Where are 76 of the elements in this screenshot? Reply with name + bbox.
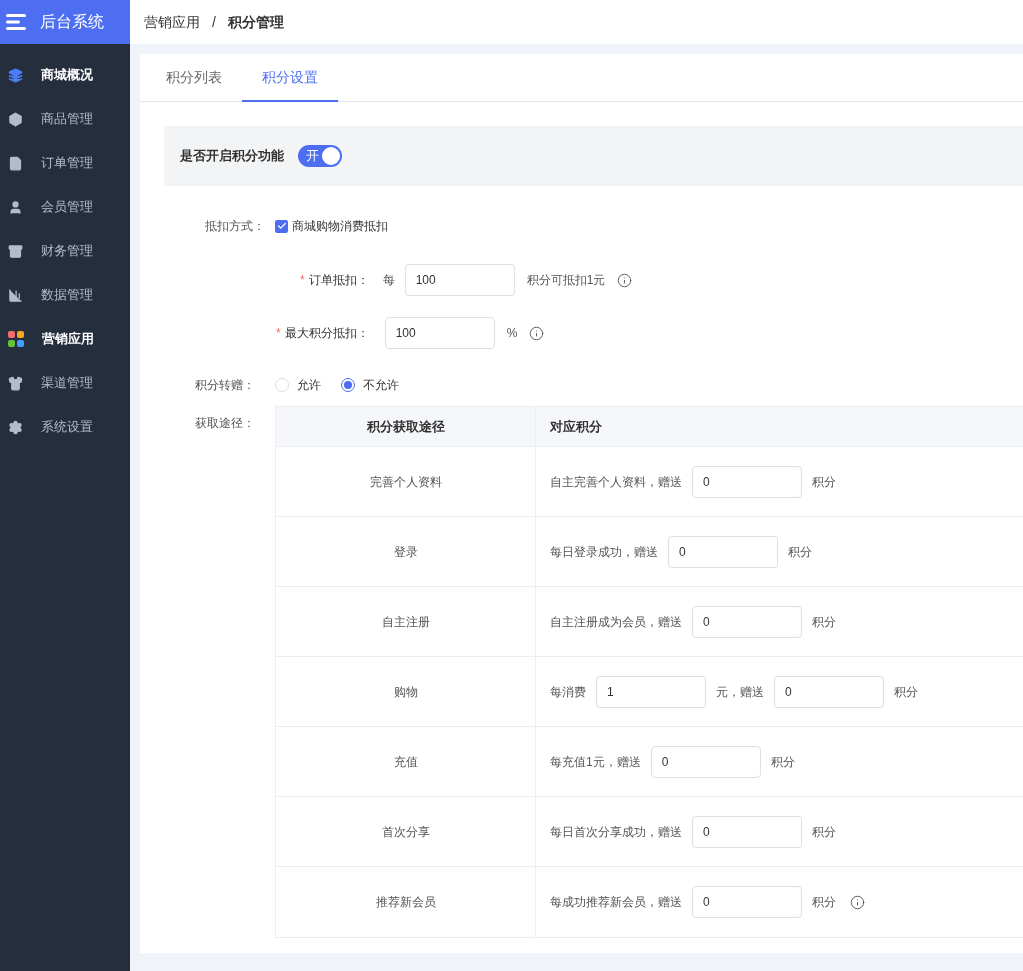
switch-label: 是否开启积分功能 [180, 147, 284, 166]
cell-text: 元，赠送 [716, 683, 764, 701]
cell-text: 积分 [788, 543, 812, 561]
table-cell: 完善个人资料 [276, 447, 536, 516]
document-icon [8, 155, 23, 171]
input-field[interactable]: 100 [404, 264, 515, 296]
input-field[interactable]: 0 [692, 605, 802, 638]
cell-text: 积分 [812, 613, 836, 631]
cell-text: 每充值1元，赠送 [550, 753, 641, 771]
suffix-text: % [506, 325, 518, 342]
form-label: 获取途径： [194, 415, 256, 432]
breadcrumb-current: 积分管理 [227, 12, 284, 32]
form-label: 最大积分抵扣： [284, 325, 369, 342]
sidebar-item[interactable]: 商品管理 [0, 97, 130, 141]
breadcrumb-link[interactable]: 营销应用 [144, 11, 200, 33]
layers-icon [8, 67, 23, 83]
table-cell: 自主注册 [276, 587, 536, 656]
menu-icon[interactable] [6, 14, 26, 30]
cell-text: 积分 [894, 683, 918, 701]
suffix-text: 积分可抵扣1元 [526, 272, 606, 289]
info-icon[interactable] [850, 894, 865, 910]
checkbox-label: 商城购物消费抵扣 [292, 218, 388, 235]
sidebar-item[interactable]: 财务管理 [0, 229, 130, 273]
table-cell: 首次分享 [276, 797, 536, 866]
cell-text: 积分 [812, 473, 836, 491]
cell-text: 积分 [812, 894, 836, 911]
table-cell: 登录 [276, 517, 536, 586]
input-field[interactable]: 0 [692, 465, 802, 498]
cell-text: 每消费 [550, 683, 586, 701]
required-mark: * [276, 325, 282, 342]
radio-label: 允许 [297, 377, 321, 394]
sidebar-item[interactable]: 营销应用 [0, 317, 130, 361]
sidebar-item[interactable]: 渠道管理 [0, 361, 130, 405]
sidebar-item[interactable]: 会员管理 [0, 185, 130, 229]
cell-text: 每成功推荐新会员，赠送 [550, 894, 682, 911]
radio-label: 不允许 [363, 377, 399, 394]
cell-text: 每日首次分享成功，赠送 [550, 823, 682, 841]
input-field[interactable]: 0 [692, 815, 802, 848]
toggle-switch[interactable]: 开 [298, 145, 342, 167]
tab[interactable]: 积分列表 [146, 54, 242, 102]
info-icon[interactable] [529, 325, 545, 341]
info-icon[interactable] [617, 272, 633, 288]
required-mark: * [300, 272, 306, 289]
app-title: 后台系统 [40, 12, 104, 32]
shirt-icon [8, 375, 23, 391]
table-cell: 购物 [276, 657, 536, 726]
cell-text: 每日登录成功，赠送 [550, 543, 658, 561]
cell-text: 自主完善个人资料，赠送 [550, 473, 682, 491]
table-cell: 推荐新会员 [276, 867, 536, 937]
sidebar-item[interactable]: 商城概况 [0, 53, 130, 97]
table-cell: 充值 [276, 727, 536, 796]
input-field[interactable]: 100 [384, 317, 495, 349]
cell-text: 积分 [812, 823, 836, 841]
sidebar-item[interactable]: 订单管理 [0, 141, 130, 185]
input-field[interactable]: 0 [650, 745, 761, 778]
settings-icon [8, 419, 23, 435]
input-field[interactable]: 1 [596, 675, 706, 708]
form-label: 积分转赠： [194, 377, 256, 394]
app-grid-icon [8, 331, 24, 347]
user-icon [8, 199, 23, 215]
sidebar-item[interactable]: 系统设置 [0, 405, 130, 449]
sidebar-item[interactable]: 数据管理 [0, 273, 130, 317]
cell-text: 自主注册成为会员，赠送 [550, 613, 682, 631]
form-label: 抵扣方式： [204, 218, 266, 235]
input-field[interactable]: 0 [774, 675, 884, 708]
cell-text: 积分 [770, 753, 795, 771]
column-header: 积分获取途径 [276, 407, 536, 446]
prefix-text: 每 [382, 272, 395, 289]
cube-icon [8, 111, 23, 127]
input-field[interactable]: 0 [668, 535, 778, 568]
form-label: 订单抵扣： [308, 272, 369, 289]
column-header: 对应积分 [549, 417, 603, 436]
tab[interactable]: 积分设置 [242, 54, 338, 102]
checkbox[interactable] [275, 219, 288, 233]
breadcrumb-separator: / [211, 12, 217, 32]
input-field[interactable]: 0 [692, 886, 802, 918]
